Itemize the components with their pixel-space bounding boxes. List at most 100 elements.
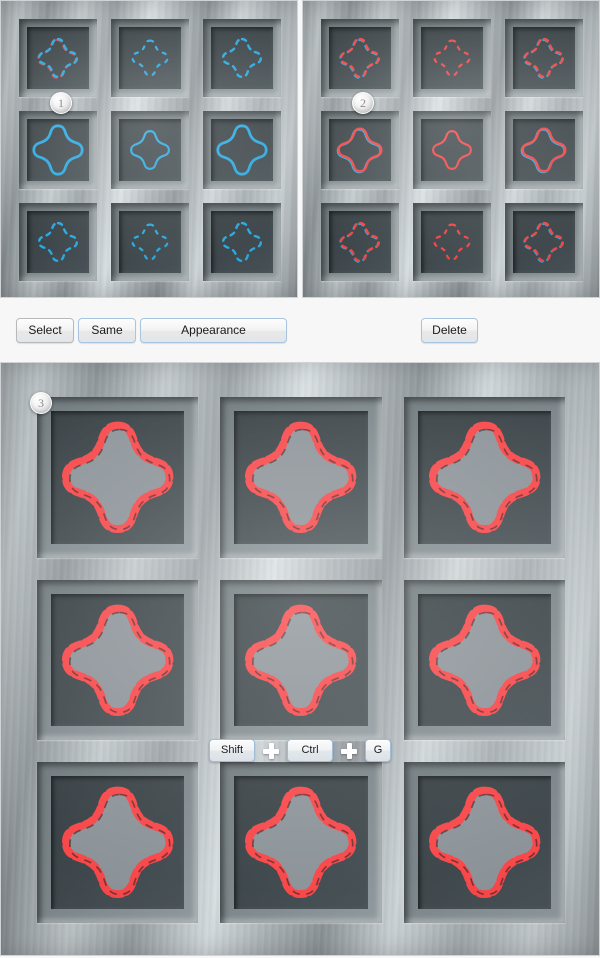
- x-shape-icon: [339, 37, 381, 79]
- socket-cell[interactable]: [403, 397, 565, 558]
- socket-cell[interactable]: [111, 19, 189, 97]
- step-badge-2: 2: [352, 92, 374, 114]
- socket-grid: [303, 1, 599, 297]
- socket-well: [329, 211, 391, 273]
- key-g[interactable]: G: [365, 739, 391, 762]
- x-shape-icon: [37, 221, 79, 263]
- socket-cell[interactable]: [220, 762, 382, 923]
- socket-well: [234, 776, 368, 909]
- x-shape-icon: [432, 130, 472, 170]
- socket-cell[interactable]: [413, 19, 491, 97]
- x-shape-icon: [221, 221, 263, 263]
- x-shape-icon: [339, 221, 381, 263]
- socket-cell[interactable]: [203, 19, 281, 97]
- x-shape-icon: [433, 223, 471, 261]
- x-shape-icon: [32, 124, 84, 176]
- socket-grid: [1, 1, 297, 297]
- x-shape-icon: [245, 421, 357, 534]
- x-shape-icon: [37, 37, 79, 79]
- x-shape-icon: [61, 786, 174, 899]
- socket-cell[interactable]: [19, 203, 97, 281]
- x-shape-icon: [336, 127, 383, 174]
- step-badge-3: 3: [30, 392, 52, 414]
- socket-well: [27, 119, 89, 181]
- key-ctrl[interactable]: Ctrl: [287, 739, 333, 762]
- socket-well: [27, 27, 89, 89]
- plus-icon-1: [263, 743, 279, 759]
- x-shape-icon: [221, 37, 263, 79]
- socket-cell[interactable]: [203, 111, 281, 189]
- plus-icon-2: [341, 743, 357, 759]
- socket-cell[interactable]: [220, 579, 382, 741]
- toolbar: Select Same Appearance Delete: [0, 298, 600, 362]
- socket-cell[interactable]: [220, 397, 382, 558]
- key-hint-group: Shift Ctrl G: [209, 739, 409, 763]
- socket-cell[interactable]: [505, 203, 583, 281]
- socket-well: [417, 593, 551, 727]
- socket-cell[interactable]: [37, 579, 199, 741]
- socket-cell[interactable]: [37, 397, 199, 558]
- x-shape-icon: [131, 223, 169, 261]
- socket-well: [211, 211, 273, 273]
- socket-cell[interactable]: [505, 111, 583, 189]
- socket-well: [417, 411, 551, 544]
- key-shift[interactable]: Shift: [209, 739, 255, 762]
- socket-well: [417, 776, 551, 909]
- x-shape-icon: [245, 786, 357, 899]
- socket-well: [513, 119, 575, 181]
- socket-cell[interactable]: [37, 762, 199, 923]
- socket-cell[interactable]: [321, 19, 399, 97]
- x-shape-icon: [216, 124, 268, 176]
- socket-cell[interactable]: [203, 203, 281, 281]
- socket-cell[interactable]: [413, 111, 491, 189]
- socket-well: [513, 27, 575, 89]
- x-shape-icon: [523, 37, 565, 79]
- x-shape-icon: [520, 127, 567, 174]
- socket-cell[interactable]: [321, 203, 399, 281]
- socket-well: [421, 119, 483, 181]
- socket-well: [513, 211, 575, 273]
- app-root: Select Same Appearance Delete Shift Ctrl G 1 2…: [0, 0, 600, 958]
- x-shape-icon: [428, 421, 541, 534]
- socket-well: [211, 119, 273, 181]
- x-shape-icon: [61, 421, 174, 534]
- socket-well: [119, 211, 181, 273]
- same-button[interactable]: Same: [78, 318, 136, 343]
- socket-well: [51, 411, 185, 544]
- socket-well: [234, 411, 368, 544]
- socket-cell[interactable]: [111, 203, 189, 281]
- delete-button[interactable]: Delete: [421, 318, 478, 343]
- panel-step-2: [302, 0, 600, 298]
- socket-well: [211, 27, 273, 89]
- appearance-button[interactable]: Appearance: [140, 318, 287, 343]
- x-shape-icon: [428, 786, 541, 899]
- x-shape-icon: [131, 39, 169, 77]
- socket-cell[interactable]: [403, 579, 565, 741]
- step-badge-1: 1: [50, 92, 72, 114]
- x-shape-icon: [428, 604, 541, 716]
- socket-well: [51, 593, 185, 727]
- x-shape-icon: [245, 604, 357, 716]
- socket-cell[interactable]: [321, 111, 399, 189]
- panel-step-3: [0, 362, 600, 956]
- socket-well: [329, 119, 391, 181]
- socket-cell[interactable]: [19, 19, 97, 97]
- socket-cell[interactable]: [505, 19, 583, 97]
- socket-well: [234, 593, 368, 727]
- x-shape-icon: [130, 130, 170, 170]
- socket-well: [119, 119, 181, 181]
- socket-well: [329, 27, 391, 89]
- socket-cell[interactable]: [413, 203, 491, 281]
- socket-well: [421, 27, 483, 89]
- socket-cell[interactable]: [19, 111, 97, 189]
- socket-cell[interactable]: [111, 111, 189, 189]
- socket-well: [119, 27, 181, 89]
- x-shape-icon: [523, 221, 565, 263]
- x-shape-icon: [61, 604, 174, 716]
- socket-cell[interactable]: [403, 762, 565, 923]
- panel-step-1: [0, 0, 298, 298]
- socket-grid: [1, 363, 599, 955]
- socket-well: [51, 776, 185, 909]
- socket-well: [421, 211, 483, 273]
- select-button[interactable]: Select: [16, 318, 74, 343]
